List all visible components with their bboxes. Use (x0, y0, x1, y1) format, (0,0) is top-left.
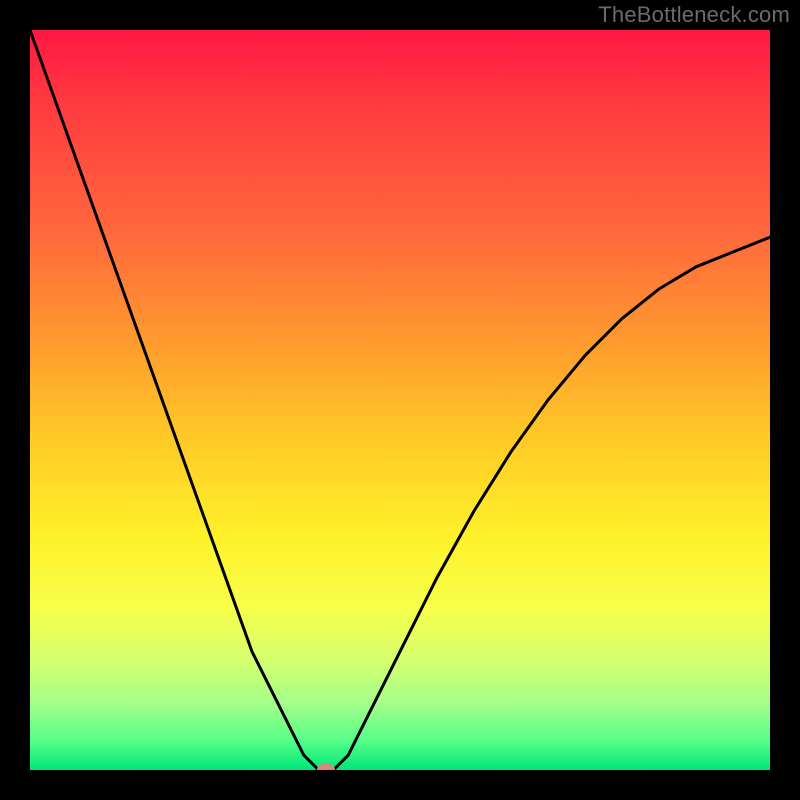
chart-container: TheBottleneck.com (0, 0, 800, 800)
curve-svg (30, 30, 770, 770)
plot-area (30, 30, 770, 770)
watermark-text: TheBottleneck.com (598, 2, 790, 28)
minimum-marker (317, 764, 335, 770)
bottleneck-curve-path (30, 30, 770, 770)
